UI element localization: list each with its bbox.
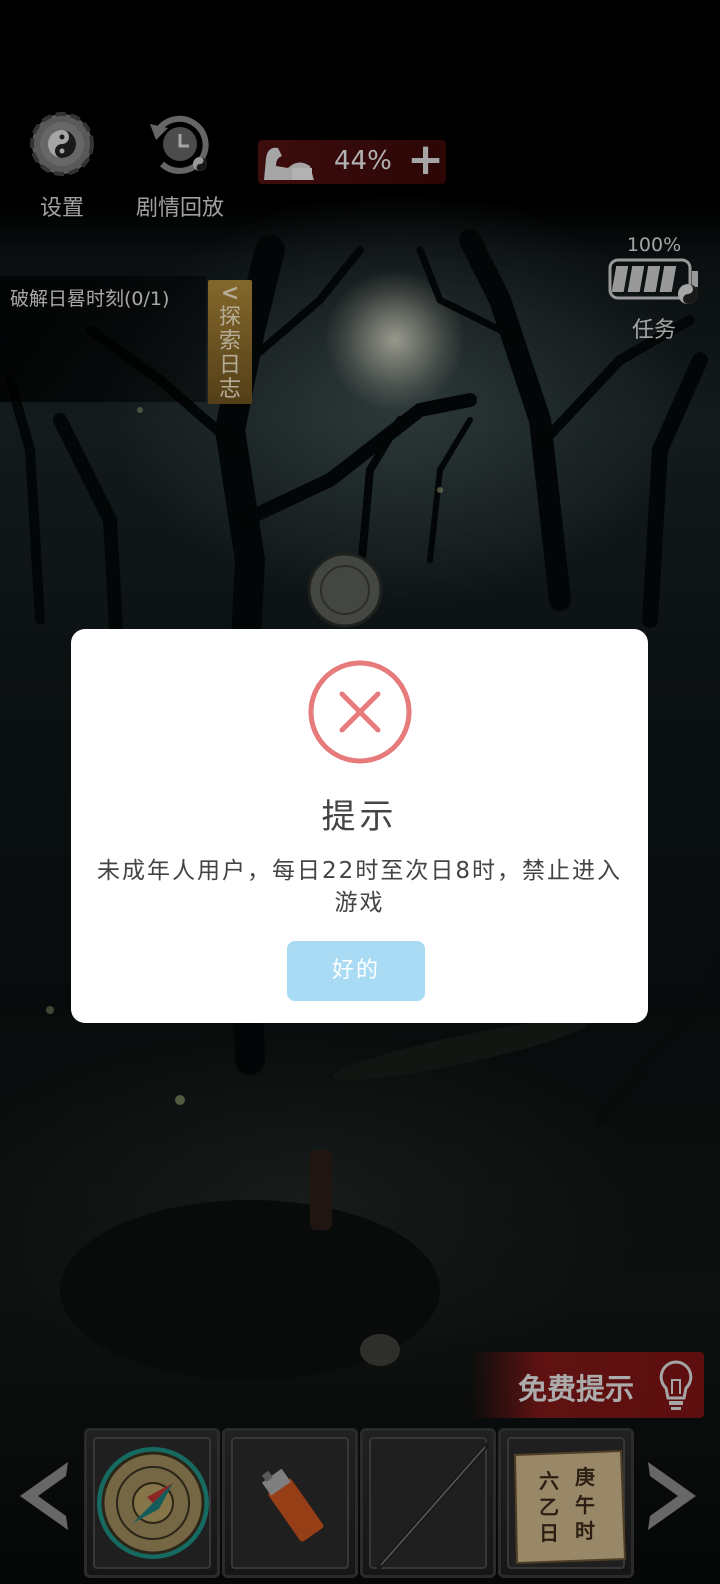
notice-dialog: 提示 未成年人用户，每日22时至次日8时，禁止进入游戏 好的 <box>71 629 648 1023</box>
dialog-title: 提示 <box>321 797 398 837</box>
ok-button[interactable]: 好的 <box>287 941 425 1001</box>
error-x-icon <box>308 660 412 764</box>
dialog-message: 未成年人用户，每日22时至次日8时，禁止进入游戏 <box>97 858 622 916</box>
